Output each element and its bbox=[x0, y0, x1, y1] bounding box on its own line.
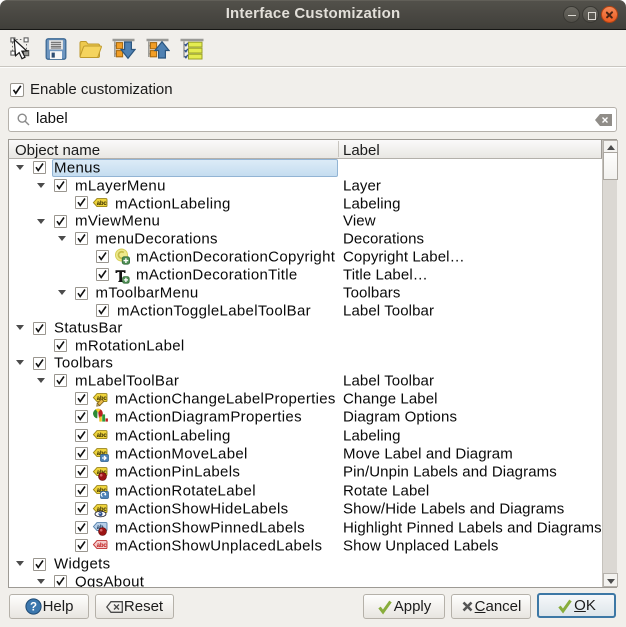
svg-text:abc: abc bbox=[97, 543, 108, 549]
svg-text:abc: abc bbox=[97, 201, 108, 207]
svg-text:?: ? bbox=[30, 602, 37, 614]
svg-text:abc: abc bbox=[97, 433, 108, 439]
